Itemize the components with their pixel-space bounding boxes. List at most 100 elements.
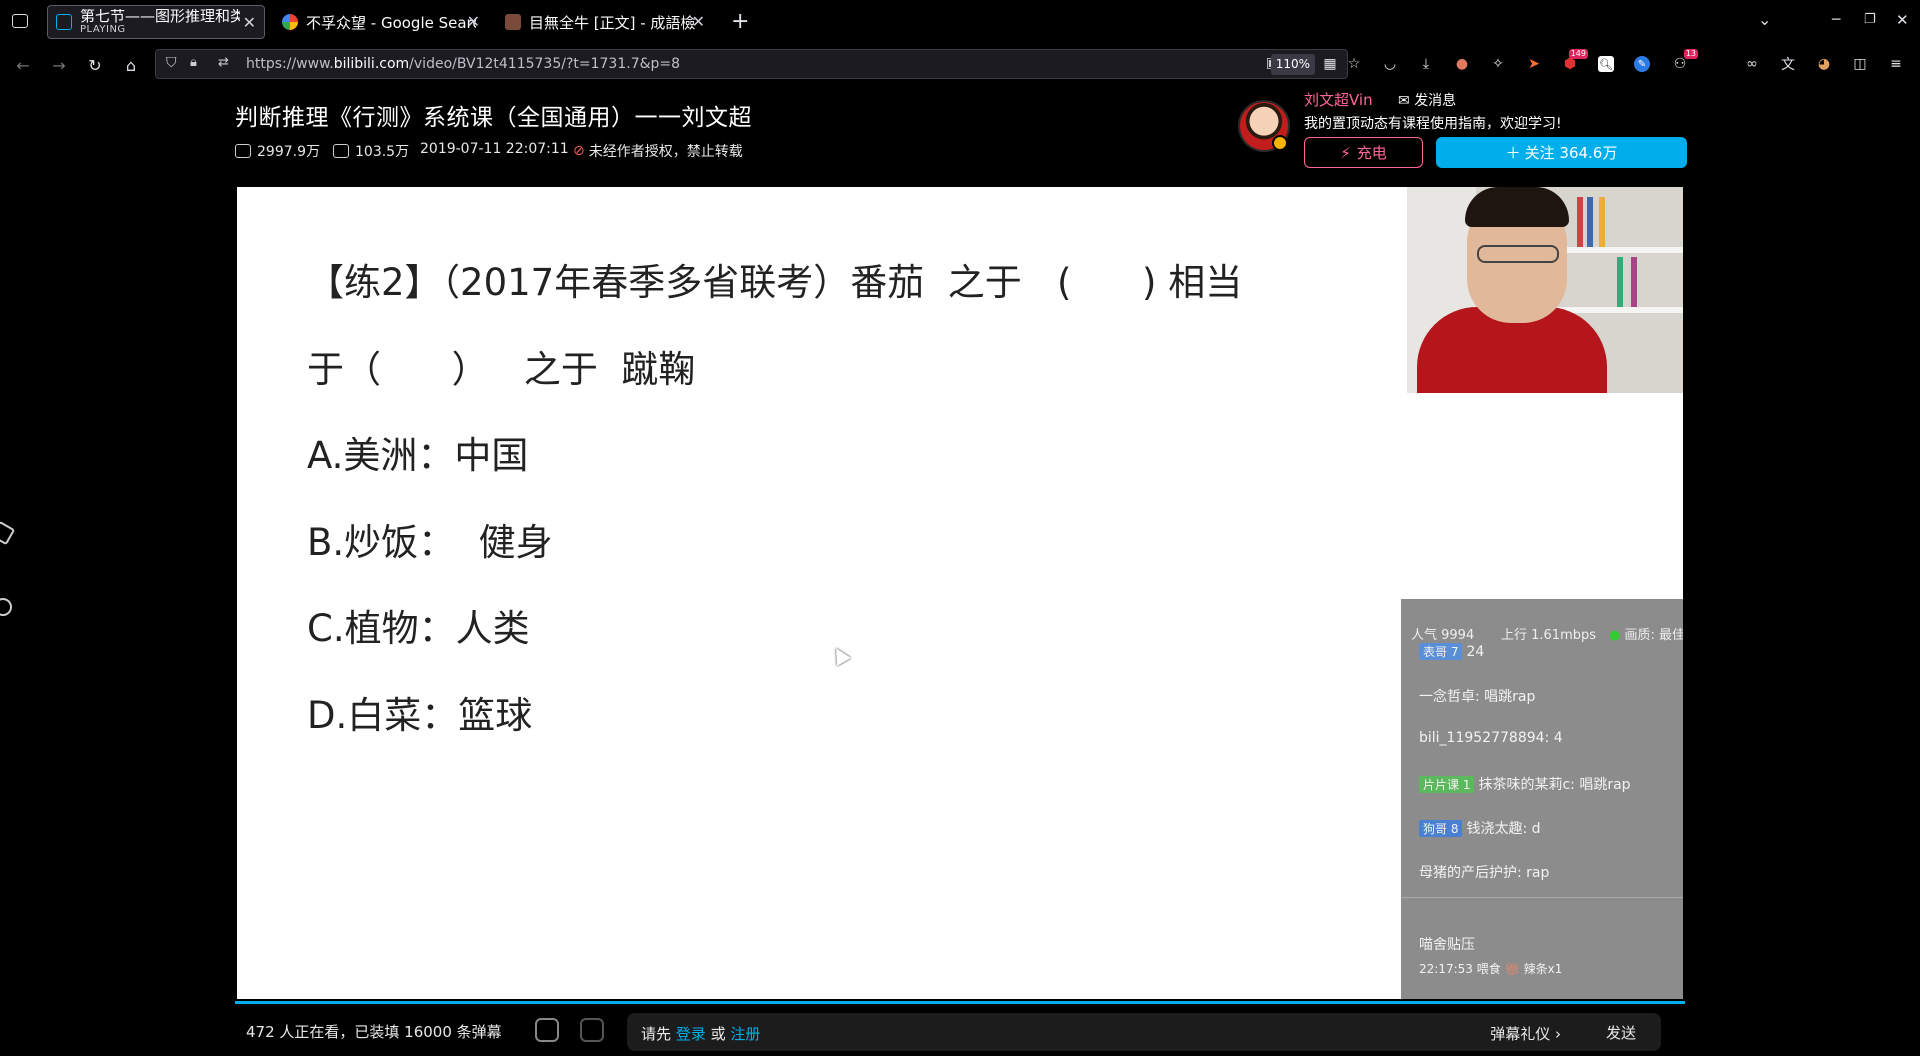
gift-icon: 🎁︎ <box>1504 962 1520 976</box>
uploader-name[interactable]: 刘文超Vin <box>1304 89 1373 110</box>
side-cube-icon[interactable] <box>0 520 16 546</box>
question-line-1: 【练2】（2017年春季多省联考）番茄 之于 ( ) 相当 <box>307 261 1243 304</box>
close-icon[interactable]: ✕ <box>467 12 480 31</box>
tab-google[interactable]: 不孚众望 - Google Search ✕ <box>274 5 488 39</box>
extension-ublock-icon[interactable]: ⬢ 149 <box>1560 49 1588 74</box>
zoom-level[interactable]: 110% <box>1270 54 1315 75</box>
extension-cookie-icon[interactable]: ◕ <box>1814 54 1834 74</box>
home-icon[interactable]: ⌂ <box>118 52 144 78</box>
sidebar-icon[interactable]: ◫ <box>1850 54 1870 74</box>
chevron-down-icon[interactable]: ⌄ <box>1758 10 1771 29</box>
book <box>1587 197 1593 247</box>
publish-date: 2019-07-11 22:07:11 <box>420 141 569 157</box>
translate-icon[interactable]: 文 <box>1778 54 1798 74</box>
search-icon[interactable]: 🔍︎ <box>1598 56 1614 72</box>
option-d: D.白菜：篮球 <box>307 694 533 737</box>
chat-message: 狗哥 8 钱浇太趣: d <box>1419 818 1541 838</box>
send-message-button[interactable]: ✉ 发消息 <box>1398 90 1456 110</box>
live-chat-panel: 人气 9994 上行 1.61mbps ● 画质: 最佳 表哥 7 24 一念哲卓… <box>1401 599 1683 999</box>
chat-message: 表哥 7 24 <box>1419 643 1484 660</box>
upload-speed-stat: 上行 1.61mbps <box>1501 628 1597 643</box>
lightning-icon: ⚡ <box>1340 143 1351 162</box>
danmaku-count: 103.5万 <box>333 141 409 161</box>
bookmark-star-icon[interactable]: ☆ <box>1344 54 1364 74</box>
extension-puzzle-icon[interactable]: ✧ <box>1488 54 1508 74</box>
tab-dictionary[interactable]: 目無全牛 [正文] - 成語檢 ✕ <box>497 5 713 39</box>
gift-section-title: 喵舍贴压 <box>1419 937 1475 953</box>
download-icon[interactable]: ⤓ <box>1416 54 1436 74</box>
extension-glasses-icon[interactable]: ∞ <box>1742 54 1762 74</box>
forward-arrow-icon[interactable]: → <box>46 52 72 78</box>
book <box>1617 257 1623 307</box>
url-text[interactable]: https://www.bilibili.com/video/BV12t4115… <box>246 56 680 72</box>
tab-title: 不孚众望 - Google Search <box>306 13 476 32</box>
status-dot-icon: ● <box>1609 628 1625 643</box>
tab-title: 目無全牛 [正文] - 成語檢 <box>529 13 696 32</box>
permissions-icon[interactable]: ⇄ <box>218 55 229 70</box>
chat-message: 一念哲卓: 唱跳rap <box>1419 689 1536 705</box>
danmaku-input[interactable]: 请先 登录 或 注册 弹幕礼仪 › 发送 <box>627 1013 1661 1051</box>
close-icon[interactable]: ✕ <box>692 12 705 31</box>
extension-avatar-icon[interactable]: ● <box>1452 54 1472 74</box>
close-window-button[interactable]: ✕ <box>1896 11 1909 29</box>
option-a: A.美洲：中国 <box>307 434 529 477</box>
tab-bilibili[interactable]: 第七节——图形推理和类 PLAYING ✕ <box>47 5 265 39</box>
restore-button[interactable]: ❐ <box>1864 12 1876 27</box>
follow-button[interactable]: ＋关注 364.6万 <box>1436 137 1687 168</box>
grid-icon[interactable]: ▦ <box>1320 54 1340 74</box>
side-settings-icon[interactable] <box>0 594 16 620</box>
login-link[interactable]: 登录 <box>676 1025 706 1043</box>
option-c: C.植物：人类 <box>307 607 530 650</box>
danmaku-toggle-icon[interactable] <box>535 1018 559 1042</box>
verified-badge-icon <box>1272 135 1288 151</box>
extension-badge: 149 <box>1568 49 1588 59</box>
uploader-description: 我的置顶动态有课程使用指南，欢迎学习! <box>1304 116 1562 132</box>
new-tab-button[interactable]: + <box>731 9 749 34</box>
dictionary-icon <box>505 14 521 30</box>
google-icon <box>282 14 298 30</box>
extension-send-icon[interactable]: ➤ <box>1524 54 1544 74</box>
danmaku-etiquette-link[interactable]: 弹幕礼仪 › <box>1490 1023 1561 1044</box>
book <box>1577 197 1583 247</box>
chat-message: 母猪的产后护护: rap <box>1419 865 1550 881</box>
gift-event: 22:17:53 喂食 🎁︎ 辣条x1 <box>1419 962 1563 976</box>
play-count-icon <box>235 144 251 158</box>
chat-message: 片片课 1 抹茶味的某莉c: 唱跳rap <box>1419 774 1631 794</box>
shield-icon[interactable]: ⛉ <box>166 55 177 71</box>
menu-icon[interactable]: ≡ <box>1886 54 1906 74</box>
back-arrow-icon[interactable]: ← <box>10 52 36 78</box>
book <box>1599 197 1605 247</box>
danmaku-settings-icon[interactable] <box>580 1018 604 1042</box>
forbidden-icon: ⊘ <box>573 143 585 159</box>
chat-level-badge: 片片课 1 <box>1419 776 1475 793</box>
option-b: B.炒饭： 健身 <box>307 521 553 564</box>
reload-icon[interactable]: ↻ <box>82 52 108 78</box>
question-line-2: 于（ ） 之于 蹴鞠 <box>307 348 696 391</box>
lecturer-hair <box>1465 187 1569 227</box>
quality-stat: ● 画质: 最佳 <box>1609 628 1683 643</box>
danmaku-icon <box>333 144 349 158</box>
mouse-cursor-icon <box>829 644 851 666</box>
bookshelf <box>1557 247 1683 253</box>
chat-message: bili_11952778894: 4 <box>1419 730 1563 746</box>
tab-list-icon[interactable] <box>12 14 28 28</box>
register-link[interactable]: 注册 <box>730 1025 760 1043</box>
send-button[interactable]: 发送 <box>1581 1013 1661 1051</box>
url-bar[interactable]: ⛉ 🔒︎ ⇄ https://www.bilibili.com/video/BV… <box>155 49 1348 79</box>
extension-badge: 13 <box>1683 49 1698 59</box>
extension-gamepad-icon[interactable]: ⚇ 13 <box>1670 49 1698 74</box>
popularity-stat: 人气 9994 <box>1411 628 1475 643</box>
extension-feather-icon[interactable]: ✎ <box>1634 56 1650 72</box>
book <box>1631 257 1637 307</box>
pocket-icon[interactable]: ◡ <box>1380 54 1400 74</box>
charge-button[interactable]: ⚡ 充电 <box>1304 137 1423 168</box>
chat-level-badge: 狗哥 8 <box>1419 820 1463 837</box>
close-icon[interactable]: ✕ <box>243 13 256 32</box>
tab-playing-label: PLAYING <box>80 24 126 35</box>
minimize-button[interactable]: ─ <box>1832 12 1840 28</box>
video-title: 判断推理《行测》系统课（全国通用）一一刘文超 <box>235 105 752 131</box>
lock-icon[interactable]: 🔒︎ <box>190 55 197 70</box>
video-player[interactable]: 【练2】（2017年春季多省联考）番茄 之于 ( ) 相当 于（ ） 之于 蹴鞠… <box>237 187 1683 999</box>
plus-icon: ＋ <box>1505 144 1521 162</box>
glasses <box>1477 245 1559 263</box>
